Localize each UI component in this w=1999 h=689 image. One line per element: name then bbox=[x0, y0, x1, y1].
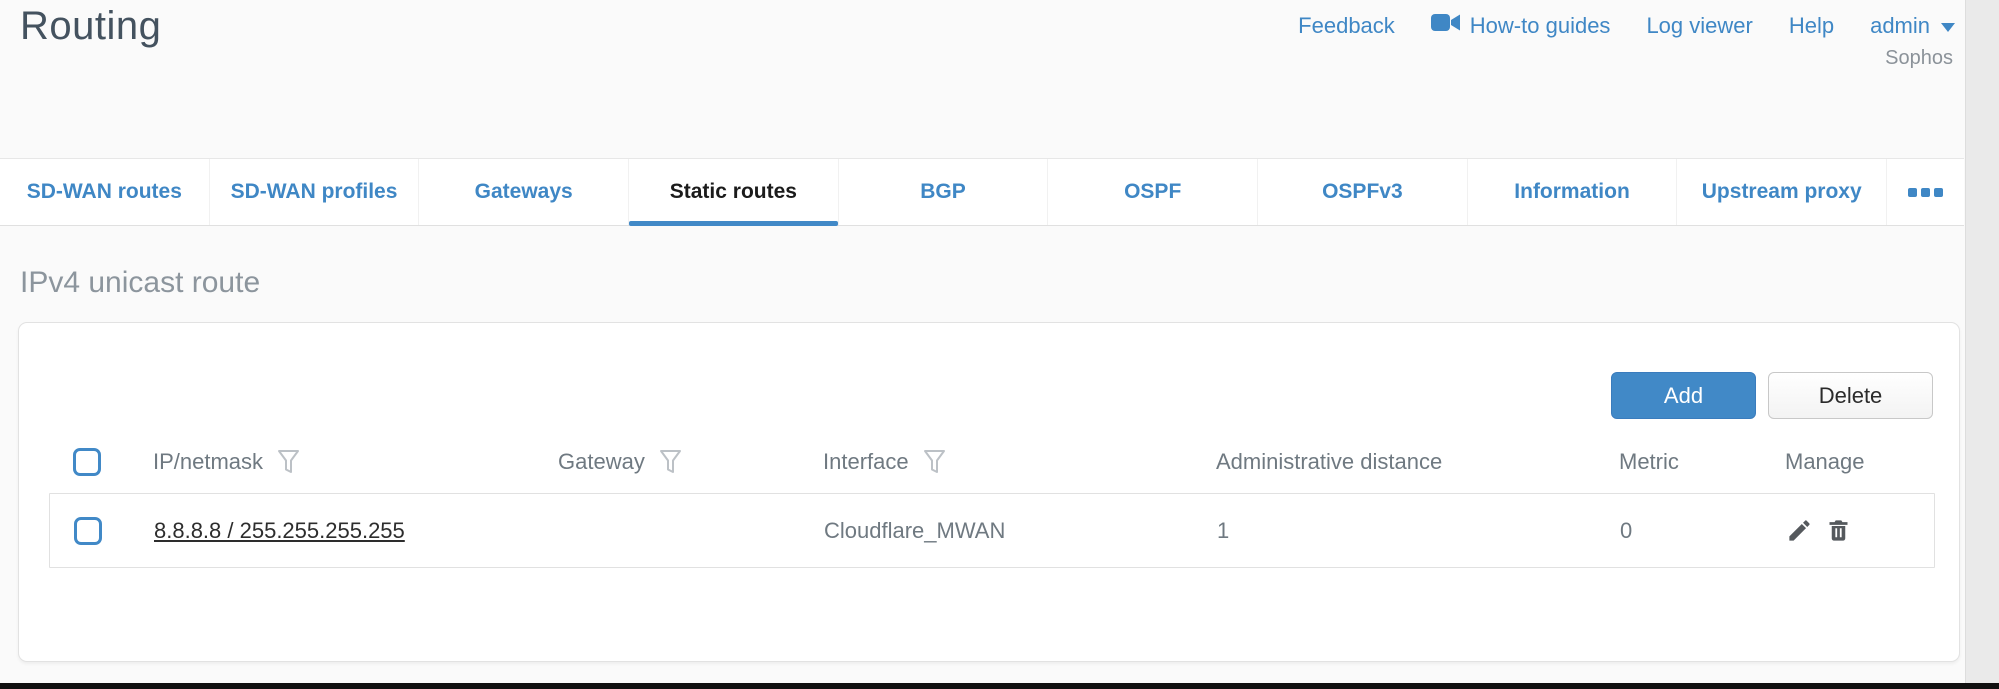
add-button[interactable]: Add bbox=[1611, 372, 1756, 419]
delete-button[interactable]: Delete bbox=[1768, 372, 1933, 419]
filter-icon[interactable] bbox=[923, 449, 946, 475]
table-row: 8.8.8.8 / 255.255.255.255 Cloudflare_MWA… bbox=[49, 493, 1935, 568]
tab-ospfv3[interactable]: OSPFv3 bbox=[1257, 159, 1467, 225]
select-all-checkbox[interactable] bbox=[73, 448, 101, 476]
tab-sd-wan-routes[interactable]: SD-WAN routes bbox=[0, 159, 209, 225]
column-header-metric: Metric bbox=[1619, 449, 1679, 475]
chevron-down-icon bbox=[1941, 23, 1955, 32]
how-to-guides-link[interactable]: How-to guides bbox=[1431, 12, 1611, 39]
tab-information[interactable]: Information bbox=[1467, 159, 1677, 225]
table-toolbar: Add Delete bbox=[1611, 372, 1933, 419]
log-viewer-link-label: Log viewer bbox=[1646, 13, 1752, 39]
filter-icon[interactable] bbox=[277, 449, 300, 475]
ellipsis-icon bbox=[1908, 188, 1917, 197]
tab-sd-wan-profiles[interactable]: SD-WAN profiles bbox=[209, 159, 419, 225]
column-header-gateway: Gateway bbox=[558, 449, 645, 475]
delete-trash-icon[interactable] bbox=[1825, 517, 1852, 544]
log-viewer-link[interactable]: Log viewer bbox=[1646, 13, 1752, 39]
edit-pencil-icon[interactable] bbox=[1786, 517, 1813, 544]
ellipsis-icon bbox=[1934, 188, 1943, 197]
tab-gateways[interactable]: Gateways bbox=[418, 159, 628, 225]
scrollbar-gutter[interactable] bbox=[1965, 0, 1999, 689]
tab-overflow-menu[interactable] bbox=[1886, 159, 1964, 225]
column-header-ip-netmask: IP/netmask bbox=[153, 449, 263, 475]
row-checkbox[interactable] bbox=[74, 517, 102, 545]
window-bottom-edge bbox=[0, 683, 1999, 689]
page-title: Routing bbox=[20, 4, 161, 49]
tab-upstream-proxy[interactable]: Upstream proxy bbox=[1676, 159, 1886, 225]
help-link-label: Help bbox=[1789, 13, 1834, 39]
help-link[interactable]: Help bbox=[1789, 13, 1834, 39]
route-admin-distance-value: 1 bbox=[1217, 518, 1229, 544]
column-header-manage: Manage bbox=[1785, 449, 1865, 475]
admin-menu-label: admin bbox=[1870, 13, 1930, 39]
route-metric-value: 0 bbox=[1620, 518, 1632, 544]
section-title-ipv4-unicast-route: IPv4 unicast route bbox=[20, 266, 260, 300]
feedback-link[interactable]: Feedback bbox=[1298, 13, 1395, 39]
column-header-interface: Interface bbox=[823, 449, 909, 475]
routing-tab-bar: SD-WAN routes SD-WAN profiles Gateways S… bbox=[0, 158, 1964, 226]
table-header-row: IP/netmask Gateway Interface Administrat… bbox=[49, 431, 1935, 493]
tab-ospf[interactable]: OSPF bbox=[1047, 159, 1257, 225]
top-nav: Feedback How-to guides Log viewer Help a… bbox=[1298, 12, 1955, 39]
route-ip-netmask-link[interactable]: 8.8.8.8 / 255.255.255.255 bbox=[154, 518, 405, 544]
tab-static-routes[interactable]: Static routes bbox=[628, 159, 838, 225]
static-routes-table: IP/netmask Gateway Interface Administrat… bbox=[49, 431, 1935, 568]
column-header-administrative-distance: Administrative distance bbox=[1216, 449, 1442, 475]
ellipsis-icon bbox=[1921, 188, 1930, 197]
tab-bgp[interactable]: BGP bbox=[838, 159, 1048, 225]
account-org-label: Sophos bbox=[1885, 47, 1953, 70]
feedback-link-label: Feedback bbox=[1298, 13, 1395, 39]
route-interface-value: Cloudflare_MWAN bbox=[824, 518, 1005, 544]
how-to-guides-link-label: How-to guides bbox=[1470, 13, 1611, 39]
filter-icon[interactable] bbox=[659, 449, 682, 475]
admin-menu[interactable]: admin bbox=[1870, 13, 1955, 39]
video-camera-icon bbox=[1431, 12, 1461, 39]
ipv4-unicast-route-card: Add Delete IP/netmask Gateway Interfac bbox=[18, 322, 1960, 662]
